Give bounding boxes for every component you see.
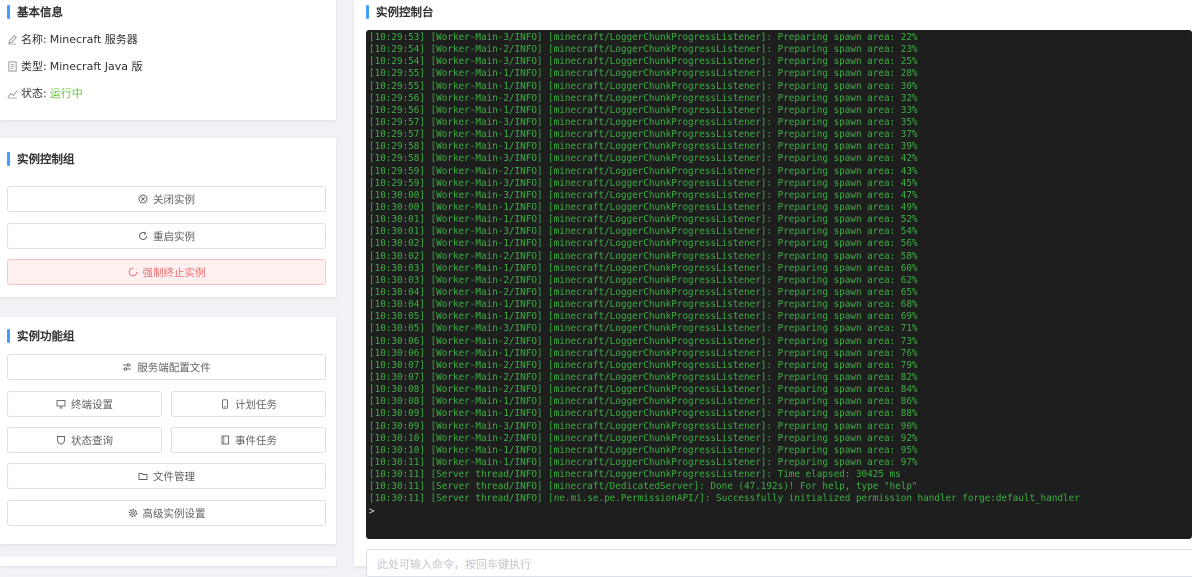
console-line: [10:29:58] [Worker-Main-1/INFO] [minecra… <box>369 141 918 153</box>
function-group-title: 实例功能组 <box>7 328 75 344</box>
console-line: [10:29:54] [Worker-Main-3/INFO] [minecra… <box>369 56 918 68</box>
event-tasks-label: 事件任务 <box>235 434 277 447</box>
status-query-button[interactable]: 状态查询 <box>7 427 162 453</box>
gear-icon <box>128 508 138 518</box>
console-line: [10:29:57] [Worker-Main-3/INFO] [minecra… <box>369 116 918 128</box>
console-line: [10:30:11] [Worker-Main-1/INFO] [minecra… <box>369 456 918 468</box>
name-row: 名称: Minecraft 服务器 <box>7 31 138 47</box>
file-manager-button[interactable]: 文件管理 <box>7 463 326 489</box>
console-line: [10:30:03] [Worker-Main-2/INFO] [minecra… <box>369 274 918 286</box>
refresh-icon <box>138 231 148 241</box>
shield-icon <box>56 435 66 445</box>
notebook-icon <box>220 435 230 445</box>
console-prompt: > <box>369 506 375 518</box>
console-line: [10:30:06] [Worker-Main-2/INFO] [minecra… <box>369 335 918 347</box>
document-icon <box>7 60 18 72</box>
advanced-settings-button[interactable]: 高级实例设置 <box>7 500 326 526</box>
console-line: [10:30:07] [Worker-Main-2/INFO] [minecra… <box>369 371 918 383</box>
console-line: [10:29:59] [Worker-Main-2/INFO] [minecra… <box>369 165 918 177</box>
console-line: [10:30:00] [Worker-Main-1/INFO] [minecra… <box>369 201 918 213</box>
console-line: [10:29:55] [Worker-Main-1/INFO] [minecra… <box>369 68 918 80</box>
console-line: [10:30:05] [Worker-Main-3/INFO] [minecra… <box>369 323 918 335</box>
console-line: [10:30:00] [Worker-Main-3/INFO] [minecra… <box>369 189 918 201</box>
console-line: [10:30:09] [Worker-Main-3/INFO] [minecra… <box>369 420 918 432</box>
name-value: Minecraft 服务器 <box>49 33 138 46</box>
event-tasks-button[interactable]: 事件任务 <box>171 427 326 453</box>
console-line: [10:30:11] [Server thread/INFO] [minecra… <box>369 481 918 493</box>
console-line: [10:30:07] [Worker-Main-2/INFO] [minecra… <box>369 359 918 371</box>
console-line: [10:30:11] [Server thread/INFO] [minecra… <box>369 469 901 481</box>
console-line: [10:30:02] [Worker-Main-1/INFO] [minecra… <box>369 238 918 250</box>
status-label: 状态: <box>21 87 47 100</box>
sliders-icon <box>122 362 132 372</box>
status-query-label: 状态查询 <box>71 434 113 447</box>
lower-card <box>0 556 336 566</box>
console-line: [10:29:56] [Worker-Main-2/INFO] [minecra… <box>369 92 918 104</box>
circle-close-icon <box>138 194 148 204</box>
console-lines: [10:29:53] [Worker-Main-3/INFO] [minecra… <box>366 32 1192 505</box>
status-value: 运行中 <box>49 87 83 100</box>
basic-info-card: 基本信息 名称: Minecraft 服务器 类型: Minecraft Jav… <box>0 0 336 120</box>
console-line: [10:29:57] [Worker-Main-1/INFO] [minecra… <box>369 129 918 141</box>
phone-icon <box>220 399 230 409</box>
terminal-settings-button[interactable]: 终端设置 <box>7 391 162 417</box>
console-output[interactable]: [10:29:53] [Worker-Main-3/INFO] [minecra… <box>366 30 1192 539</box>
restart-instance-label: 重启实例 <box>153 230 195 243</box>
console-line: [10:30:02] [Worker-Main-2/INFO] [minecra… <box>369 250 918 262</box>
advanced-settings-label: 高级实例设置 <box>142 507 206 520</box>
control-group-card: 实例控制组 关闭实例 重启实例 强制终止实例 <box>0 138 336 297</box>
file-manager-label: 文件管理 <box>153 470 195 483</box>
function-group-card: 实例功能组 服务端配置文件 终端设置 计划任务 状态查询 事件任务 文件管理 高… <box>0 317 336 544</box>
console-line: [10:30:10] [Worker-Main-1/INFO] [minecra… <box>369 444 918 456</box>
type-label: 类型: <box>21 60 47 73</box>
console-line: [10:30:10] [Worker-Main-2/INFO] [minecra… <box>369 432 918 444</box>
console-line: [10:30:03] [Worker-Main-1/INFO] [minecra… <box>369 262 918 274</box>
command-input-placeholder: 此处可输入命令，按回车键执行 <box>377 558 531 571</box>
console-line: [10:29:58] [Worker-Main-3/INFO] [minecra… <box>369 153 918 165</box>
console-line: [10:30:04] [Worker-Main-2/INFO] [minecra… <box>369 286 918 298</box>
console-line: [10:29:59] [Worker-Main-3/INFO] [minecra… <box>369 177 918 189</box>
console-line: [10:30:09] [Worker-Main-1/INFO] [minecra… <box>369 408 918 420</box>
console-line: [10:29:54] [Worker-Main-2/INFO] [minecra… <box>369 44 918 56</box>
control-group-title: 实例控制组 <box>7 151 75 167</box>
restart-instance-button[interactable]: 重启实例 <box>7 223 326 249</box>
console-line: [10:29:55] [Worker-Main-1/INFO] [minecra… <box>369 80 918 92</box>
name-label: 名称: <box>21 33 47 46</box>
console-line: [10:30:11] [Server thread/INFO] [ne.mi.s… <box>369 493 1080 505</box>
console-line: [10:30:06] [Worker-Main-1/INFO] [minecra… <box>369 347 918 359</box>
console-line: [10:30:04] [Worker-Main-1/INFO] [minecra… <box>369 299 918 311</box>
type-value: Minecraft Java 版 <box>49 60 143 73</box>
status-row: 状态: 运行中 <box>7 85 83 101</box>
server-config-label: 服务端配置文件 <box>137 361 211 374</box>
command-input[interactable]: 此处可输入命令，按回车键执行 <box>366 549 1192 577</box>
close-instance-label: 关闭实例 <box>153 193 195 206</box>
console-line: [10:29:56] [Worker-Main-1/INFO] [minecra… <box>369 104 918 116</box>
console-line: [10:30:08] [Worker-Main-1/INFO] [minecra… <box>369 396 918 408</box>
kill-instance-button[interactable]: 强制终止实例 <box>7 259 326 285</box>
close-instance-button[interactable]: 关闭实例 <box>7 186 326 212</box>
basic-info-title: 基本信息 <box>7 4 63 20</box>
folder-icon <box>138 471 148 481</box>
type-row: 类型: Minecraft Java 版 <box>7 58 143 74</box>
console-line: [10:30:01] [Worker-Main-3/INFO] [minecra… <box>369 226 918 238</box>
console-line: [10:29:53] [Worker-Main-3/INFO] [minecra… <box>369 32 918 43</box>
console-line: [10:30:05] [Worker-Main-1/INFO] [minecra… <box>369 311 918 323</box>
console-line: [10:30:01] [Worker-Main-1/INFO] [minecra… <box>369 214 918 226</box>
chart-icon <box>7 88 18 99</box>
edit-icon <box>7 34 18 45</box>
console-title: 实例控制台 <box>366 4 434 20</box>
terminal-settings-label: 终端设置 <box>71 398 113 411</box>
console-line: [10:30:08] [Worker-Main-2/INFO] [minecra… <box>369 384 918 396</box>
scheduled-tasks-label: 计划任务 <box>235 398 277 411</box>
scheduled-tasks-button[interactable]: 计划任务 <box>171 391 326 417</box>
kill-instance-label: 强制终止实例 <box>142 266 206 279</box>
monitor-icon <box>56 399 66 409</box>
server-config-button[interactable]: 服务端配置文件 <box>7 354 326 380</box>
loading-icon <box>128 267 138 277</box>
